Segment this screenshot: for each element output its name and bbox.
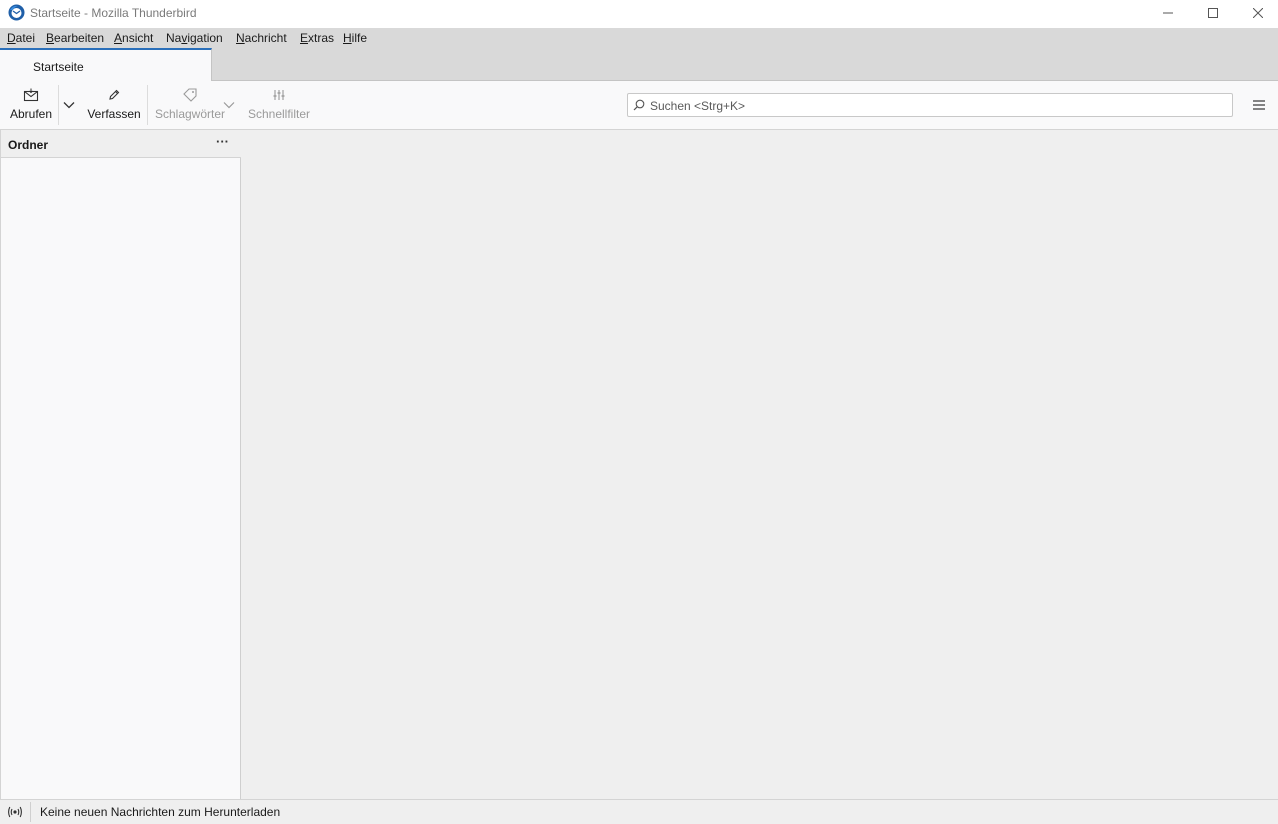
compose-label: Verfassen: [87, 107, 141, 121]
status-divider: [30, 802, 31, 822]
menu-bar: Datei Bearbeiten Ansicht Navigation Nach…: [0, 28, 1278, 48]
content-area: [241, 130, 1278, 799]
compose-button[interactable]: Verfassen: [87, 87, 141, 125]
tab-label: Startseite: [33, 60, 84, 74]
pencil-icon: [107, 87, 121, 103]
close-button[interactable]: [1235, 0, 1278, 26]
menu-extras[interactable]: Extras: [300, 31, 334, 45]
maximize-button[interactable]: [1190, 0, 1236, 26]
search-input[interactable]: Suchen <Strg+K>: [627, 93, 1233, 117]
folder-pane-header: Ordner ···: [1, 130, 241, 158]
title-bar: Startseite - Mozilla Thunderbird: [0, 0, 1278, 26]
thunderbird-logo-icon: [8, 4, 25, 21]
window-title: Startseite - Mozilla Thunderbird: [30, 6, 197, 20]
tags-dropdown[interactable]: [222, 97, 236, 113]
broadcast-icon[interactable]: [6, 804, 24, 823]
tab-strip: Startseite: [0, 48, 1278, 81]
search-placeholder: Suchen <Strg+K>: [650, 99, 746, 113]
tag-icon: [182, 87, 198, 103]
toolbar-divider: [147, 85, 148, 125]
menu-ansicht[interactable]: Ansicht: [114, 31, 153, 45]
menu-bearbeiten[interactable]: Bearbeiten: [46, 31, 104, 45]
sliders-icon: [272, 87, 286, 103]
toolbar-divider: [58, 85, 59, 125]
chevron-down-icon: [63, 102, 75, 109]
mail-toolbar: Abrufen Verfassen Schlagwörter Schnellfi…: [0, 81, 1278, 130]
menu-hilfe[interactable]: Hilfe: [343, 31, 367, 45]
get-messages-dropdown[interactable]: [61, 97, 77, 113]
folder-pane-more-button[interactable]: ···: [216, 134, 229, 149]
hamburger-icon: [1253, 100, 1265, 110]
app-menu-button[interactable]: [1250, 97, 1266, 113]
quick-filter-label: Schnellfilter: [247, 107, 311, 121]
tags-button[interactable]: Schlagwörter: [154, 87, 226, 125]
status-bar: Keine neuen Nachrichten zum Herunterlade…: [0, 799, 1278, 824]
tab-startseite[interactable]: Startseite: [0, 48, 212, 81]
search-icon: [633, 99, 645, 114]
status-message: Keine neuen Nachrichten zum Herunterlade…: [40, 805, 281, 819]
menu-datei[interactable]: Datei: [7, 31, 35, 45]
minimize-button[interactable]: [1145, 0, 1191, 26]
envelope-download-icon: [23, 87, 39, 103]
get-messages-label: Abrufen: [9, 107, 53, 121]
quick-filter-button[interactable]: Schnellfilter: [247, 87, 311, 125]
folder-pane-title: Ordner: [8, 138, 49, 152]
menu-nachricht[interactable]: Nachricht: [236, 31, 287, 45]
chevron-down-icon: [223, 102, 235, 109]
folder-pane: Ordner ···: [0, 130, 241, 799]
tags-label: Schlagwörter: [154, 107, 226, 121]
get-messages-button[interactable]: Abrufen: [9, 87, 53, 125]
menu-navigation[interactable]: Navigation: [166, 31, 223, 45]
